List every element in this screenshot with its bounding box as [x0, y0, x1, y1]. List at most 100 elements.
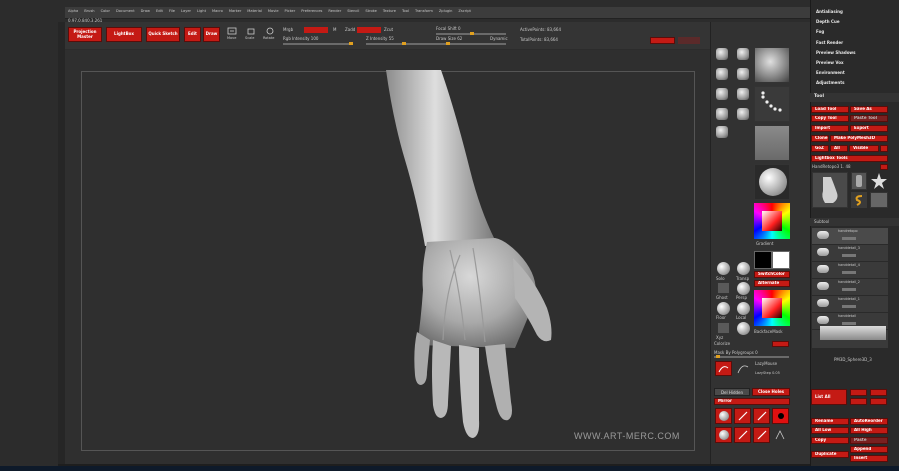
material-tile[interactable] — [754, 164, 790, 200]
all-low-button[interactable]: All Low — [811, 427, 849, 434]
current-tool-slider[interactable]: HandRetopo3 1. 48 — [812, 165, 851, 169]
current-brush-tile[interactable] — [754, 47, 790, 83]
menu-tool[interactable]: Tool — [402, 9, 409, 14]
document-viewport[interactable]: WWW.ART-MERC.COM — [65, 50, 710, 464]
render-menu-adjustments[interactable]: Adjustments — [816, 81, 856, 85]
bottom-tool-5[interactable] — [715, 427, 732, 443]
focal-shift-track[interactable] — [436, 32, 506, 35]
main-color-swatch[interactable] — [754, 251, 772, 269]
rename-button[interactable]: Rename — [811, 418, 849, 425]
subtool-row[interactable]: handdetail_4 — [812, 262, 888, 279]
floor-sphere-icon[interactable] — [717, 302, 730, 315]
auto-reorder-button[interactable]: AutoReorder — [850, 418, 888, 425]
subtool-up2-button[interactable] — [850, 398, 867, 405]
lazy-mouse-label[interactable]: LazyMouse — [755, 362, 777, 366]
color-picker-2[interactable] — [754, 290, 790, 326]
all-high-button[interactable]: All High — [850, 427, 888, 434]
m-toggle[interactable]: M — [333, 28, 336, 32]
subtool-row[interactable]: handdetail_1 — [812, 296, 888, 313]
paste-button[interactable]: Paste — [850, 437, 888, 444]
menu-layer[interactable]: Layer — [181, 9, 191, 14]
subtool-visibility-toggle[interactable] — [842, 305, 856, 308]
bottom-tool-3[interactable] — [753, 408, 770, 424]
lightbox-button[interactable]: LightBox — [106, 27, 142, 42]
subtool-extra-label[interactable]: PM3D_Sphere3D_3 — [834, 358, 872, 362]
subtool-up-button[interactable] — [850, 389, 867, 396]
goz-button[interactable]: GoZ — [811, 145, 829, 152]
load-tool-button[interactable]: Load Tool — [811, 106, 849, 113]
projection-master-button[interactable]: Projection Master — [68, 27, 102, 42]
secondary-color-swatch[interactable] — [772, 251, 790, 269]
append-button[interactable]: Append — [850, 446, 888, 453]
render-menu-preview-shadows[interactable]: Preview Shadows — [816, 50, 856, 55]
mask-polygroups-track[interactable] — [714, 355, 789, 358]
lightbox-tools-button[interactable]: Lightbox Tools — [811, 155, 888, 162]
color-picker[interactable] — [754, 203, 790, 239]
persp-sphere-icon[interactable] — [737, 282, 750, 295]
star-tool-thumbnail[interactable] — [870, 172, 888, 190]
all-button[interactable]: All — [830, 145, 848, 152]
hand-tool-thumbnail[interactable] — [812, 172, 848, 208]
zcut-toggle[interactable]: Zcut — [384, 28, 393, 32]
menu-stroke[interactable]: Stroke — [365, 9, 376, 14]
pinch-brush-icon[interactable] — [737, 108, 749, 120]
menu-color[interactable]: Color — [101, 9, 110, 14]
trimdynamic-brush-icon[interactable] — [737, 68, 749, 80]
duplicate-button[interactable]: Duplicate — [811, 451, 849, 458]
bottom-tool-7[interactable] — [753, 427, 770, 443]
mirror-button[interactable]: Mirror — [714, 398, 790, 405]
bottom-tool-8[interactable] — [772, 427, 789, 443]
menu-zscript[interactable]: Zscript — [458, 9, 470, 14]
make-polymesh-button[interactable]: Make PolyMesh3D — [830, 135, 888, 142]
menu-light[interactable]: Light — [197, 9, 206, 14]
hand-model[interactable] — [65, 50, 710, 464]
draw-button[interactable]: Draw — [203, 27, 220, 42]
copy-tool-button[interactable]: Copy Tool — [811, 115, 849, 122]
lazy-mouse-icon[interactable] — [715, 361, 732, 376]
bottom-tool-2[interactable] — [734, 408, 751, 424]
smooth-brush-icon[interactable] — [716, 126, 728, 138]
lazy-step-slider[interactable]: LazyStep 0.05 — [755, 371, 780, 376]
render-menu-preview-vox[interactable]: Preview Vox — [816, 60, 856, 65]
subtool-extra-thumb[interactable] — [820, 326, 886, 340]
move-tool[interactable]: Move — [225, 27, 239, 42]
menu-render[interactable]: Render — [328, 9, 341, 14]
hpolish-brush-icon[interactable] — [716, 88, 728, 100]
copy-button[interactable]: Copy — [811, 437, 849, 444]
z-intensity-track[interactable] — [366, 42, 436, 45]
subtool-down2-button[interactable] — [870, 398, 887, 405]
menu-file[interactable]: File — [169, 9, 175, 14]
bottom-tool-6[interactable] — [734, 427, 751, 443]
menu-material[interactable]: Material — [247, 9, 262, 14]
visible-button[interactable]: Visible — [849, 145, 879, 152]
stroke-tile[interactable] — [754, 86, 790, 122]
rgb-intensity-track[interactable] — [283, 42, 353, 45]
subtool-row[interactable]: handdetail_3 — [812, 245, 888, 262]
menu-transform[interactable]: Transform — [415, 9, 433, 14]
subtool-visibility-toggle[interactable] — [842, 288, 856, 291]
render-menu-antialiasing[interactable]: Antialiasing — [816, 10, 856, 14]
del-hidden-button[interactable]: Del Hidden — [714, 388, 750, 396]
render-menu-fast-render[interactable]: Fast Render — [816, 40, 856, 45]
menu-texture[interactable]: Texture — [383, 9, 396, 14]
subtool-visibility-toggle[interactable] — [842, 254, 856, 257]
menu-stencil[interactable]: Stencil — [347, 9, 359, 14]
local-sphere-icon[interactable] — [737, 302, 750, 315]
render-menu-fog[interactable]: Fog — [816, 30, 856, 34]
insert-button[interactable]: Insert — [850, 455, 888, 462]
solo-sphere-icon[interactable] — [717, 262, 730, 275]
clone-button[interactable]: Clone — [811, 135, 829, 142]
dynamic-toggle[interactable]: Dynamic — [490, 37, 508, 41]
export-button[interactable]: Export — [850, 125, 888, 132]
menu-brush[interactable]: Brush — [84, 9, 94, 14]
subtool-row[interactable]: handretopo — [812, 228, 888, 245]
menu-movie[interactable]: Movie — [268, 9, 279, 14]
move-brush-icon[interactable] — [716, 68, 728, 80]
bottom-tool-1[interactable] — [715, 408, 732, 424]
rotate-tool[interactable]: Rotate — [263, 27, 277, 42]
mask-by-polygroups-slider[interactable]: Mask By Polygroups 0 — [714, 351, 758, 355]
edit-button[interactable]: Edit — [184, 27, 201, 42]
claybuildup-brush-icon[interactable] — [737, 48, 749, 60]
subtool-header[interactable]: Subtool — [810, 218, 899, 226]
draw-size-track[interactable] — [436, 42, 506, 45]
